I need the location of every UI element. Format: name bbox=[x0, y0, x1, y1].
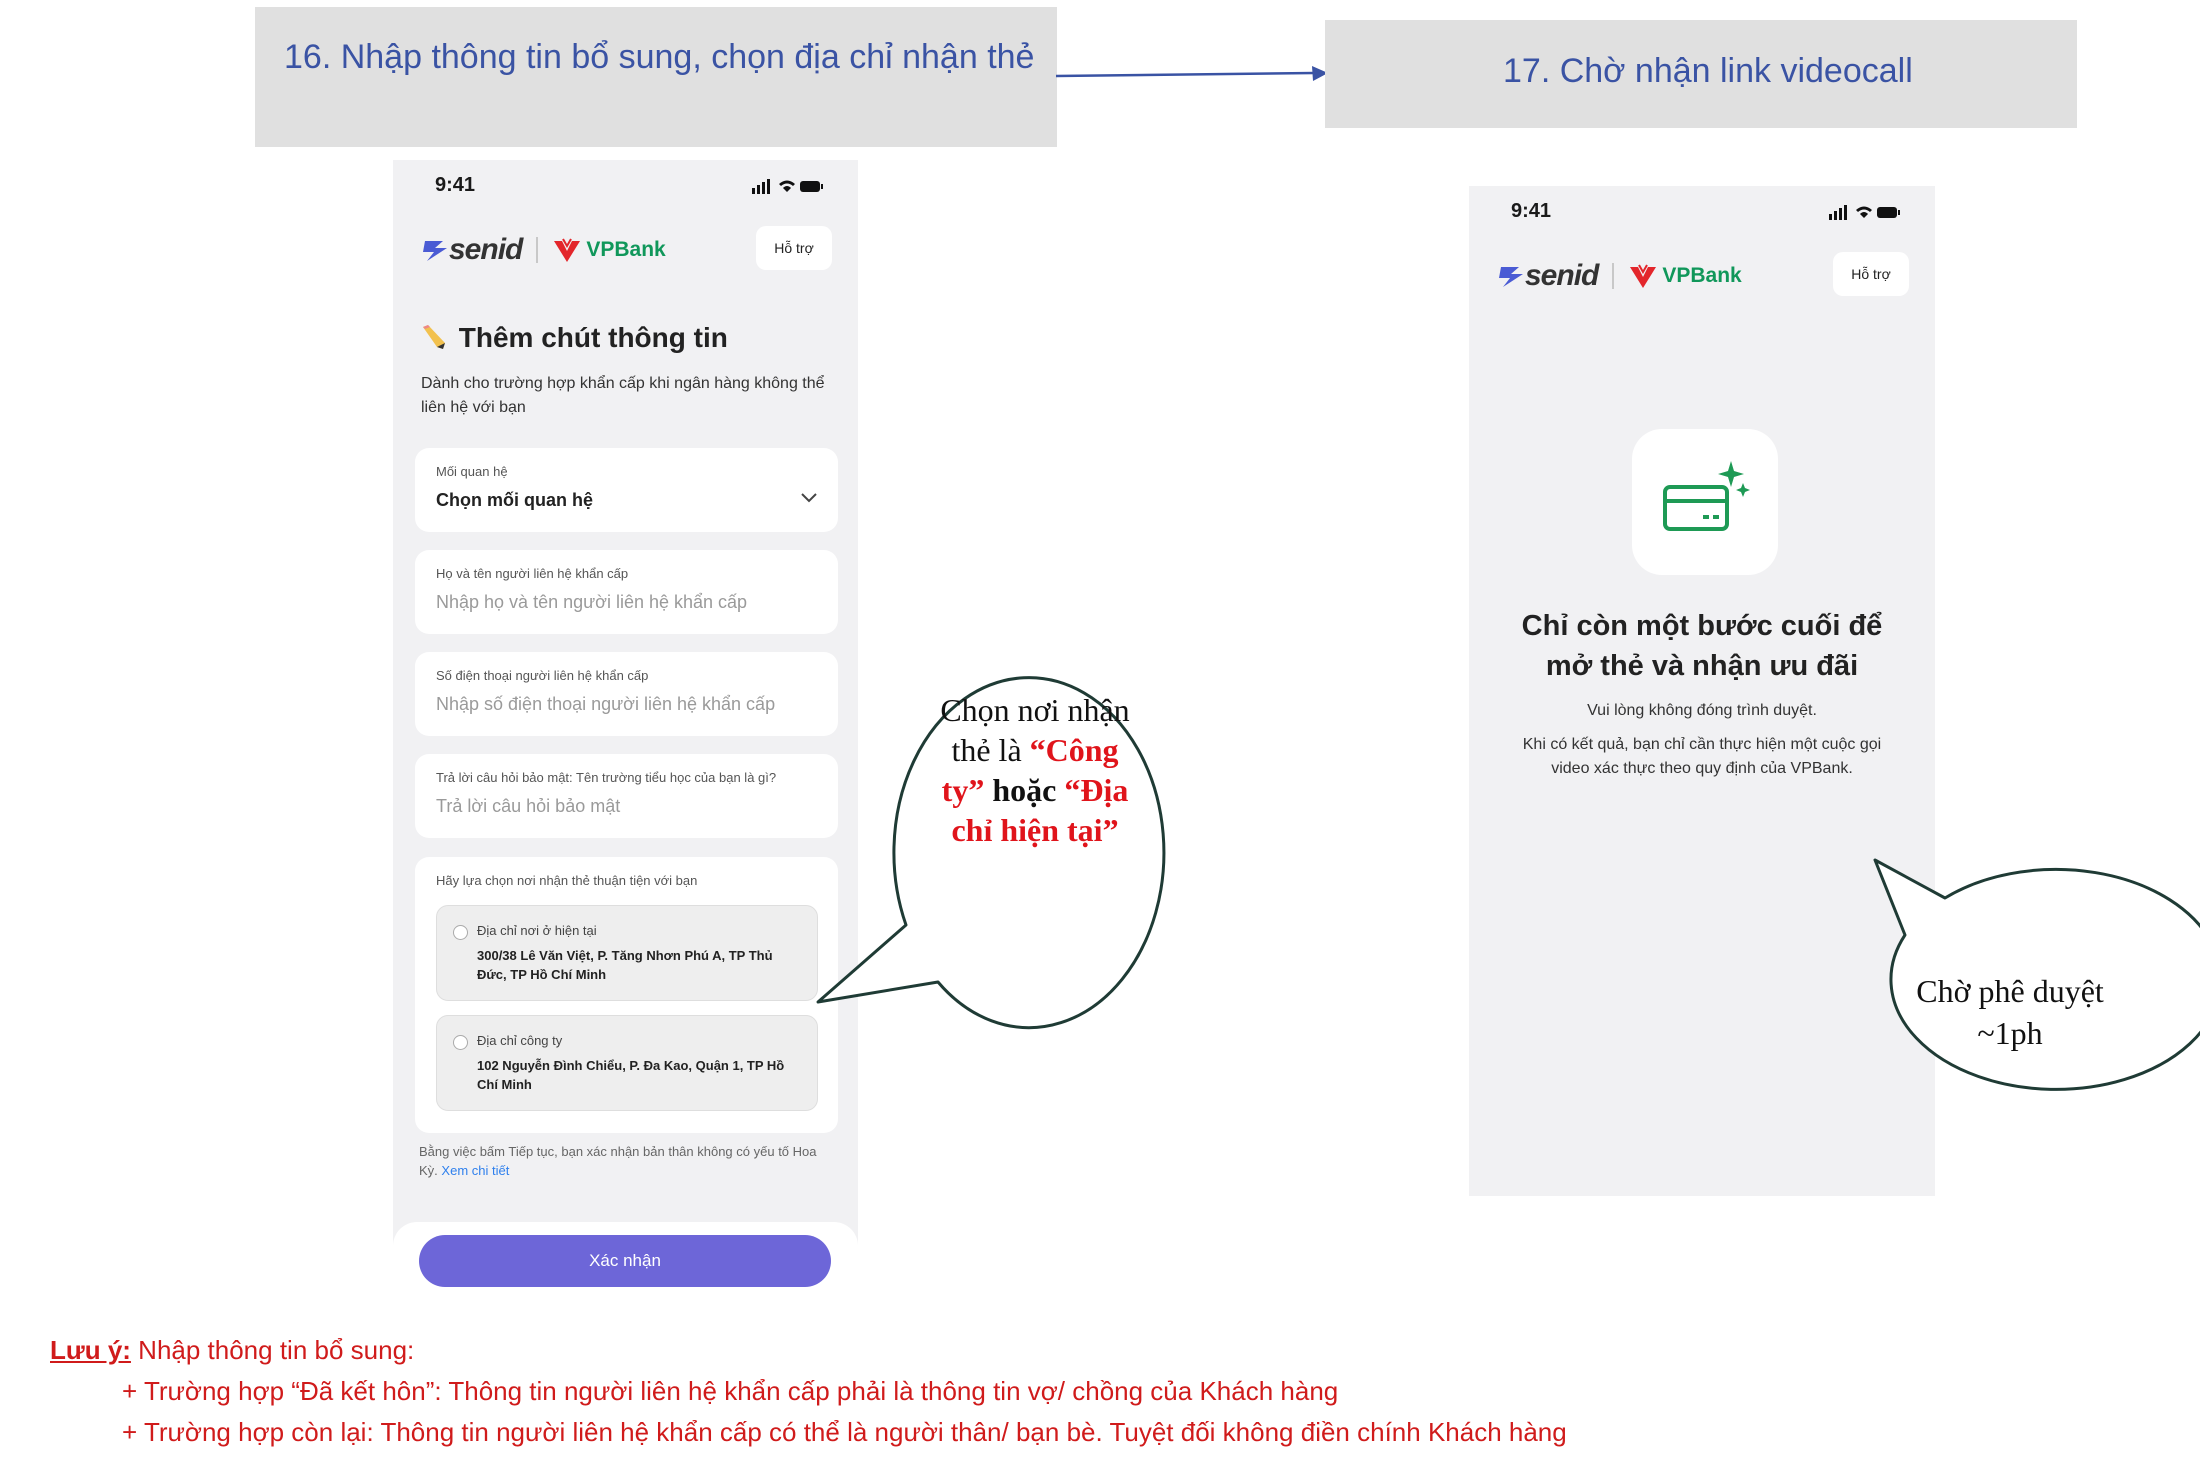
status-icons bbox=[752, 179, 823, 194]
credit-card-sparkle-icon-box bbox=[1632, 429, 1778, 575]
flow-arrow bbox=[1055, 66, 1328, 81]
waiting-title: Chỉ còn một bước cuối để mở thẻ và nhận … bbox=[1521, 610, 1883, 682]
step-16-label: 16. Nhập thông tin bổ sung, chọn địa chỉ… bbox=[284, 38, 1035, 76]
radio-button[interactable] bbox=[453, 1035, 468, 1050]
security-answer-field[interactable]: Trả lời câu hỏi bảo mật: Tên trường tiểu… bbox=[415, 754, 838, 838]
note-section: Lưu ý: Nhập thông tin bổ sung: + Trường … bbox=[50, 1330, 1950, 1453]
address-option-company[interactable]: Địa chỉ công ty 102 Nguyễn Đình Chiểu, P… bbox=[436, 1015, 818, 1111]
contact-phone-label: Số điện thoại người liên hệ khẩn cấp bbox=[436, 668, 649, 683]
callout-text-approval: Chờ phê duyệt ~1ph bbox=[1916, 973, 2104, 1051]
callout-text-delivery: Chọn nơi nhận thẻ là “Công ty” hoặc “Địa… bbox=[935, 690, 1135, 850]
senid-logo-icon bbox=[1499, 267, 1523, 287]
contact-phone-field[interactable]: Số điện thoại người liên hệ khẩn cấp Nhậ… bbox=[415, 652, 838, 736]
callout-text-or: hoặc bbox=[984, 772, 1065, 808]
brand-header: senid VPBank bbox=[421, 228, 666, 272]
waiting-line-2: Khi có kết quả, bạn chỉ cần thực hiện mộ… bbox=[1522, 736, 1882, 777]
brand-header: senid VPBank bbox=[1497, 254, 1742, 298]
disclaimer: Bằng việc bấm Tiếp tục, bạn xác nhận bản… bbox=[419, 1142, 829, 1180]
form-title-text: Thêm chút thông tin bbox=[458, 322, 728, 353]
status-time: 9:41 bbox=[1511, 200, 1552, 222]
senid-logo-text: senid bbox=[1525, 259, 1599, 292]
chevron-down-icon bbox=[801, 493, 817, 503]
status-bar: 9:41 bbox=[1469, 186, 1935, 236]
relationship-select[interactable]: Mối quan hệ Chọn mối quan hệ bbox=[415, 448, 838, 532]
step-16-header: 16. Nhập thông tin bổ sung, chọn địa chỉ… bbox=[255, 7, 1057, 147]
senid-logo-text: senid bbox=[449, 233, 523, 266]
status-icons bbox=[1829, 205, 1900, 220]
address-option-title: Địa chỉ công ty bbox=[477, 1033, 563, 1048]
address-option-value: 102 Nguyễn Đình Chiểu, P. Đa Kao, Quận 1… bbox=[477, 1058, 785, 1092]
contact-name-placeholder: Nhập họ và tên người liên hệ khẩn cấp bbox=[436, 592, 748, 612]
security-answer-placeholder: Trả lời câu hỏi bảo mật bbox=[436, 796, 621, 816]
note-line-2: + Trường hợp còn lại: Thông tin người li… bbox=[122, 1417, 1567, 1447]
help-button[interactable]: Hỗ trợ bbox=[756, 226, 832, 270]
help-button[interactable]: Hỗ trợ bbox=[1833, 252, 1909, 296]
address-option-title: Địa chỉ nơi ở hiện tại bbox=[477, 923, 597, 938]
address-option-value: 300/38 Lê Văn Việt, P. Tăng Nhơn Phú A, … bbox=[477, 948, 773, 982]
contact-name-label: Họ và tên người liên hệ khẩn cấp bbox=[436, 566, 629, 581]
delivery-address-group: Hãy lựa chọn nơi nhận thẻ thuận tiện với… bbox=[415, 857, 838, 1133]
note-intro-text: Nhập thông tin bổ sung: bbox=[130, 1335, 415, 1365]
security-answer-label: Trả lời câu hỏi bảo mật: Tên trường tiểu… bbox=[436, 770, 777, 785]
pencil-icon bbox=[423, 325, 445, 349]
relationship-label: Mối quan hệ bbox=[436, 464, 508, 479]
see-details-link[interactable]: Xem chi tiết bbox=[441, 1163, 509, 1178]
note-key: Lưu ý: bbox=[50, 1335, 131, 1365]
step-17-header: 17. Chờ nhận link videocall bbox=[1325, 20, 2077, 128]
vpbank-logo-text: VPBank bbox=[586, 238, 666, 261]
delivery-prompt: Hãy lựa chọn nơi nhận thẻ thuận tiện với… bbox=[436, 873, 698, 888]
credit-card-sparkle-icon bbox=[1663, 461, 1750, 531]
address-option-home[interactable]: Địa chỉ nơi ở hiện tại 300/38 Lê Văn Việ… bbox=[436, 905, 818, 1001]
phone-screen-additional-info: 9:41 senid VPBank Hỗ trợ Thêm chút thông… bbox=[393, 160, 858, 1300]
contact-phone-placeholder: Nhập số điện thoại người liên hệ khẩn cấ… bbox=[436, 694, 776, 714]
step-17-label: 17. Chờ nhận link videocall bbox=[1503, 52, 1913, 90]
radio-button[interactable] bbox=[453, 925, 468, 940]
form-subtitle: Dành cho trường hợp khẩn cấp khi ngân hà… bbox=[421, 375, 825, 416]
confirm-button[interactable]: Xác nhận bbox=[419, 1235, 831, 1287]
status-time: 9:41 bbox=[435, 174, 476, 196]
form-title: Thêm chút thông tin bbox=[419, 322, 728, 354]
note-intro: Lưu ý: Nhập thông tin bổ sung: bbox=[50, 1330, 1950, 1371]
brand-divider bbox=[1612, 263, 1615, 289]
vpbank-logo-icon bbox=[554, 238, 581, 262]
note-line-1: + Trường hợp “Đã kết hôn”: Thông tin ngư… bbox=[122, 1376, 1339, 1406]
brand-divider bbox=[536, 237, 539, 263]
vpbank-logo-icon bbox=[1630, 264, 1657, 288]
senid-logo-icon bbox=[423, 241, 447, 261]
status-bar: 9:41 bbox=[393, 160, 858, 210]
contact-name-field[interactable]: Họ và tên người liên hệ khẩn cấp Nhập họ… bbox=[415, 550, 838, 634]
relationship-value: Chọn mối quan hệ bbox=[436, 490, 593, 510]
waiting-line-1: Vui lòng không đóng trình duyệt. bbox=[1587, 702, 1817, 719]
phone-screen-waiting: 9:41 senid VPBank Hỗ trợ Chỉ còn một bướ… bbox=[1469, 186, 1935, 1196]
vpbank-logo-text: VPBank bbox=[1662, 264, 1742, 287]
